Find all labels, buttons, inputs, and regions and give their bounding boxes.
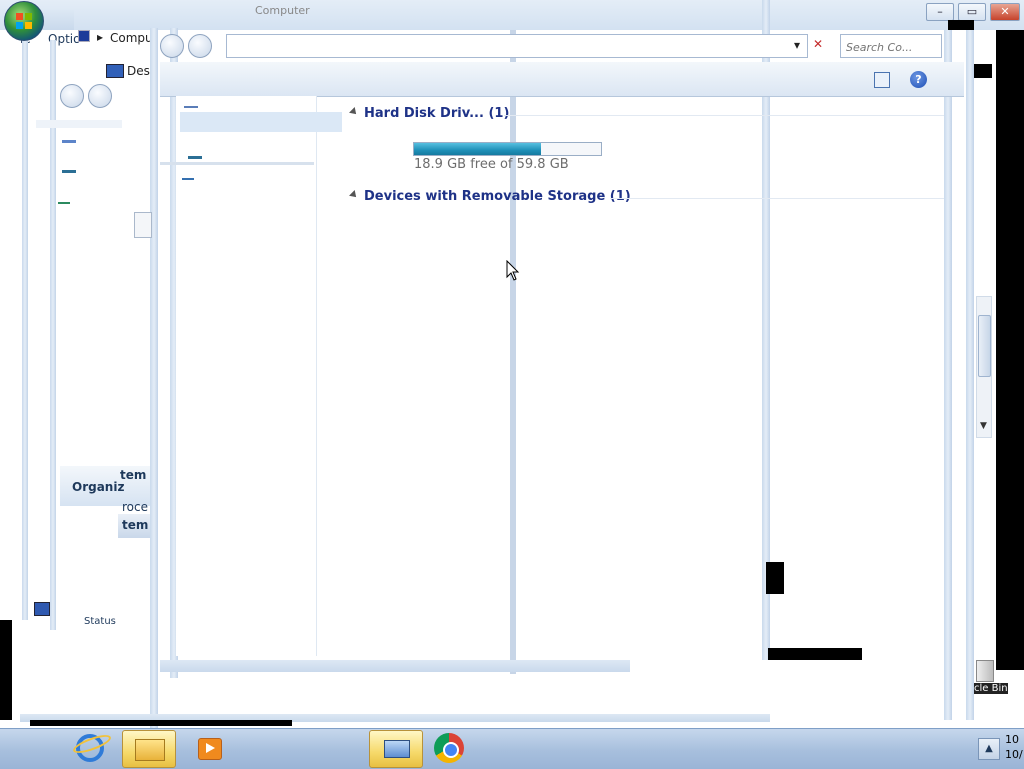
group-divider — [504, 115, 944, 116]
removable-group-label: Devices with Removable Storage (1) — [364, 189, 631, 204]
artifact — [766, 562, 784, 594]
network-icon[interactable] — [58, 186, 70, 204]
scrollbar-thumb[interactable] — [978, 315, 991, 377]
maximize-button[interactable]: ▭ — [958, 3, 986, 21]
drive-capacity-bar — [413, 142, 602, 156]
mouse-cursor-icon — [506, 260, 520, 281]
scroll-down-icon[interactable]: ▼ — [980, 421, 987, 431]
computer-icon — [34, 602, 50, 616]
recycle-bin-icon[interactable] — [976, 660, 994, 682]
window-frame — [762, 0, 770, 660]
taskbar-chrome[interactable] — [424, 730, 476, 766]
recycle-bin-label[interactable]: cle Bin — [974, 683, 1008, 694]
window-frame — [150, 28, 158, 728]
taskbar-windows-explorer[interactable] — [122, 730, 176, 768]
breadcrumb-arrow: ▸ — [97, 30, 104, 44]
favorites-icon[interactable] — [184, 96, 198, 108]
navigation-pane — [176, 96, 317, 656]
taskbar-computer-window[interactable] — [369, 730, 423, 768]
computer-window-icon — [384, 740, 410, 758]
nav-item-selected[interactable] — [180, 112, 342, 132]
clock-date: 10/ — [1005, 748, 1023, 761]
group-divider — [610, 198, 944, 199]
window-frame — [944, 30, 952, 720]
address-text: Computer — [255, 4, 310, 17]
network-icon[interactable] — [182, 166, 194, 180]
close-button[interactable]: ✕ — [990, 3, 1020, 21]
search-box[interactable] — [840, 34, 942, 58]
window-frame — [966, 30, 974, 720]
minimize-button[interactable]: – — [926, 3, 954, 21]
artifact — [974, 64, 992, 78]
stop-icon[interactable]: ✕ — [813, 37, 823, 51]
title-bar — [0, 0, 1024, 30]
item-label: tem — [122, 518, 149, 532]
windows-explorer-icon — [135, 739, 165, 761]
back-icon[interactable] — [160, 34, 184, 58]
play-icon — [206, 743, 215, 753]
hard-disk-group-label: Hard Disk Driv... (1) — [364, 106, 510, 121]
windows-logo-icon — [16, 13, 32, 29]
nav-divider — [160, 162, 314, 165]
drive-icon[interactable] — [188, 136, 202, 159]
artifact — [768, 648, 862, 660]
desktop-icon — [106, 64, 124, 78]
start-button[interactable] — [4, 1, 44, 41]
taskbar-internet-explorer[interactable] — [64, 730, 116, 766]
address-dropdown-icon[interactable]: ▾ — [794, 38, 800, 52]
show-hidden-icons-icon[interactable]: ▲ — [978, 738, 1000, 760]
system-clock[interactable]: 10 10/ — [1005, 732, 1023, 762]
clock-time: 10 — [1005, 733, 1019, 746]
library-icon[interactable] — [62, 128, 76, 143]
organize-button[interactable]: Organiz — [72, 480, 124, 494]
artifact — [948, 20, 974, 30]
breadcrumb-computer[interactable]: Compu — [110, 31, 153, 45]
proc-label: roce — [122, 500, 148, 514]
vertical-scrollbar[interactable] — [976, 296, 992, 438]
artifact — [996, 30, 1024, 670]
artifact — [30, 720, 292, 726]
window-frame — [22, 40, 28, 620]
search-input[interactable] — [844, 37, 942, 57]
forward-icon[interactable] — [188, 34, 212, 58]
hard-disk-group-header[interactable]: Hard Disk Driv... (1) — [349, 106, 510, 121]
window-frame — [510, 30, 516, 674]
forward-icon[interactable] — [88, 84, 112, 108]
back-icon[interactable] — [60, 84, 84, 108]
nav-row — [36, 120, 122, 128]
removable-group-header[interactable]: Devices with Removable Storage (1) — [349, 189, 631, 204]
taskbar-media-player[interactable] — [184, 730, 236, 766]
collapse-icon[interactable] — [349, 190, 359, 200]
window-frame — [160, 660, 630, 672]
toolbar — [160, 62, 964, 97]
preview-pane-icon[interactable] — [874, 72, 890, 88]
drive-icon[interactable] — [62, 158, 76, 173]
status-label: Status — [84, 616, 116, 627]
drive-capacity-fill — [414, 143, 541, 155]
collapse-icon[interactable] — [349, 107, 359, 117]
help-icon[interactable]: ? — [910, 71, 927, 88]
address-bar[interactable] — [226, 34, 808, 58]
drive-free-space: 18.9 GB free of 59.8 GB — [414, 157, 569, 172]
artifact — [0, 620, 12, 720]
computer-icon — [78, 30, 90, 42]
window-frame — [50, 40, 56, 630]
chrome-center — [443, 742, 459, 758]
scroll-block — [134, 212, 152, 238]
